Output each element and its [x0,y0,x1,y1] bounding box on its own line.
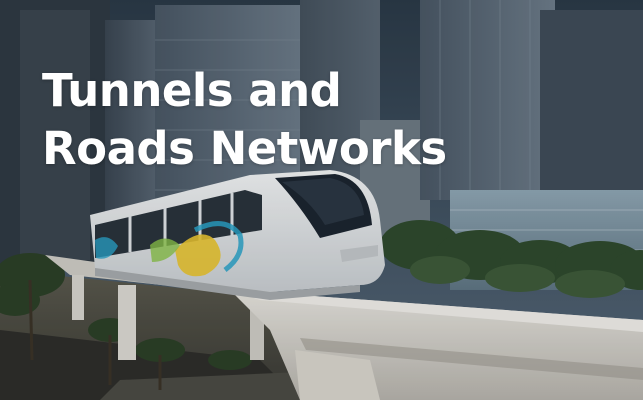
card-title: Tunnels and Roads Networks [42,62,447,177]
card-title-line-1: Tunnels and [42,64,342,117]
card-title-line-2: Roads Networks [42,121,447,175]
monorail-city-image [0,0,643,400]
tunnels-and-roads-card[interactable]: Tunnels and Roads Networks [0,0,643,400]
